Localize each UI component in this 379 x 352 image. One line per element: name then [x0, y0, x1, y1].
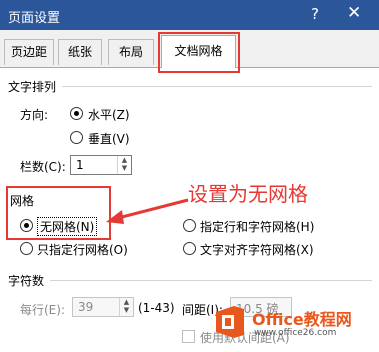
stepper-arrows-icon: ▲ ▼	[119, 298, 133, 316]
snap-char-grid-radio[interactable]	[183, 242, 196, 255]
dialog-title: 页面设置	[8, 11, 61, 26]
watermark-url: www.office26.com	[254, 328, 337, 338]
close-icon[interactable]: ✕	[347, 3, 361, 23]
tab-paper[interactable]: 纸张	[58, 39, 102, 65]
title-bar: 页面设置 ? ✕	[0, 0, 379, 30]
per-line-stepper: 39 ▲ ▼	[72, 297, 134, 317]
vertical-label[interactable]: 垂直(V)	[88, 130, 130, 147]
grid-heading: 网格	[10, 194, 35, 208]
office-logo-icon	[216, 306, 244, 338]
tab-highlight-box	[158, 32, 240, 73]
snap-char-grid-label[interactable]: 文字对齐字符网格(X)	[200, 241, 314, 258]
vertical-radio[interactable]	[70, 131, 83, 144]
section-divider	[62, 86, 372, 87]
per-line-value: 39	[78, 300, 94, 314]
tab-layout[interactable]: 布局	[108, 39, 154, 65]
watermark: Office教程网 www.office26.com	[214, 302, 374, 346]
default-pitch-checkbox	[182, 330, 195, 343]
horizontal-label[interactable]: 水平(Z)	[88, 106, 130, 123]
columns-stepper[interactable]: 1 ▲ ▼	[70, 155, 132, 175]
line-grid-radio[interactable]	[20, 242, 33, 255]
no-grid-label[interactable]: 无网格(N)	[37, 217, 98, 236]
per-line-label: 每行(E):	[20, 303, 65, 317]
line-char-grid-label[interactable]: 指定行和字符网格(H)	[200, 218, 314, 235]
per-line-range: (1-43)	[138, 301, 175, 315]
direction-label: 方向:	[20, 108, 49, 122]
annotation-text: 设置为无网格	[188, 182, 308, 206]
text-direction-heading: 文字排列	[8, 80, 57, 94]
columns-label: 栏数(C):	[20, 160, 66, 174]
watermark-brand: Office教程网	[252, 310, 352, 329]
annotation-arrow-icon	[106, 198, 189, 224]
line-grid-label[interactable]: 只指定行网格(O)	[37, 241, 128, 258]
section-divider	[50, 280, 372, 281]
no-grid-radio[interactable]	[20, 219, 33, 232]
chars-heading: 字符数	[8, 274, 45, 288]
columns-value: 1	[76, 158, 84, 172]
horizontal-radio[interactable]	[70, 107, 83, 120]
help-icon[interactable]: ?	[311, 5, 319, 23]
tab-margins[interactable]: 页边距	[4, 39, 54, 65]
stepper-arrows-icon[interactable]: ▲ ▼	[117, 156, 131, 174]
